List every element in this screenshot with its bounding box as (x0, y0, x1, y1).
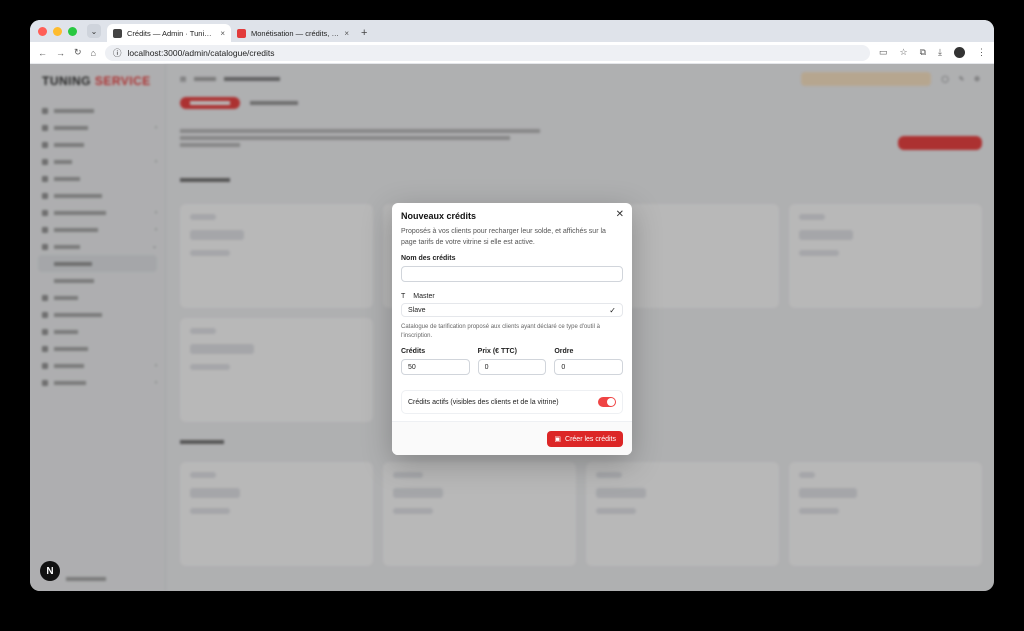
profile-avatar[interactable] (954, 47, 965, 58)
tab-title: Monétisation — crédits, abonnements (251, 28, 340, 38)
tab-title: Crédits — Admin · Tuning Service (127, 28, 215, 38)
modal-header: Nouveaux crédits Proposés à vos clients … (392, 203, 632, 248)
browser-actions: ▭ ☆ ⧉ ⤓ ⋮ (879, 47, 986, 58)
cast-icon[interactable]: ▭ (879, 47, 888, 58)
save-icon: ▣ (554, 436, 562, 443)
site-info-icon[interactable]: ⓘ (113, 47, 122, 59)
tool-type-help: Catalogue de tarification proposé aux cl… (401, 324, 600, 339)
option-master[interactable]: Master (407, 289, 623, 303)
url-text: localhost:3000/admin/catalogue/credits (127, 47, 275, 58)
back-icon[interactable]: ← (38, 48, 47, 58)
reload-icon[interactable]: ↻ (74, 47, 82, 58)
name-label: Nom des crédits (401, 255, 456, 262)
maximize-window-button[interactable] (68, 26, 77, 36)
tab-bar: ⌄ Crédits — Admin · Tuning Service × Mon… (30, 20, 994, 42)
menu-icon[interactable]: ⋮ (977, 47, 986, 58)
modal-footer: ▣ Créer les crédits (392, 421, 632, 455)
option-slave[interactable]: Slave ✓ (401, 303, 623, 317)
order-input[interactable] (554, 359, 623, 375)
home-icon[interactable]: ⌂ (91, 48, 96, 58)
price-field-group: Prix (€ TTC) (477, 348, 547, 375)
url-field[interactable]: ⓘ localhost:3000/admin/catalogue/credits (104, 44, 870, 61)
forward-icon[interactable]: → (56, 48, 65, 58)
tab-list-chevron-icon[interactable]: ⌄ (87, 24, 101, 38)
new-credits-dialog: Nouveaux crédits Proposés à vos clients … (392, 203, 632, 455)
tab-credits[interactable]: Crédits — Admin · Tuning Service × (107, 24, 231, 42)
tool-type-option-row: T Master (401, 289, 623, 303)
download-icon[interactable]: ⤓ (938, 47, 942, 58)
check-icon: ✓ (609, 305, 616, 315)
credits-field-group: Crédits (401, 348, 470, 375)
price-input[interactable] (477, 359, 547, 375)
credits-name-input[interactable] (401, 266, 623, 282)
order-field-group: Ordre (554, 348, 623, 375)
create-credits-label: Créer les crédits (565, 435, 616, 443)
modal-description: Proposés à vos clients pour recharger le… (401, 228, 606, 246)
new-tab-icon[interactable]: + (361, 27, 367, 39)
order-label: Ordre (554, 348, 574, 355)
tab-monetisation[interactable]: Monétisation — crédits, abonnements × (231, 24, 355, 42)
active-label: Crédits actifs (visibles des clients et … (408, 398, 559, 406)
extensions-icon[interactable]: ⧉ (920, 47, 926, 58)
close-icon[interactable]: × (344, 29, 349, 38)
nextjs-badge-icon[interactable]: N (40, 561, 60, 581)
tool-type-dropdown[interactable]: T Master Slave ✓ (401, 289, 623, 317)
credits-amount-input[interactable] (401, 359, 470, 375)
active-toggle-row: Crédits actifs (visibles des clients et … (401, 390, 623, 414)
close-icon[interactable]: ✕ (616, 209, 624, 220)
numbers-row: Crédits Prix (€ TTC) Ordre (401, 348, 623, 375)
close-window-button[interactable] (38, 26, 47, 36)
credits-label: Crédits (401, 348, 426, 355)
address-bar-row: ← → ↻ ⌂ ⓘ localhost:3000/admin/catalogue… (30, 42, 994, 64)
browser-window: ⌄ Crédits — Admin · Tuning Service × Mon… (30, 20, 994, 591)
minimize-window-button[interactable] (53, 26, 62, 36)
active-toggle[interactable] (598, 397, 616, 407)
create-credits-button[interactable]: ▣ Créer les crédits (547, 431, 623, 447)
window-controls (38, 20, 77, 42)
price-label: Prix (€ TTC) (477, 348, 517, 355)
bookmark-star-icon[interactable]: ☆ (900, 47, 908, 58)
name-field-group: Nom des crédits (401, 255, 623, 282)
tool-type-label: T (401, 292, 406, 300)
favicon-icon (237, 28, 246, 38)
favicon-icon (113, 28, 122, 38)
modal-title: Nouveaux crédits (401, 211, 477, 221)
close-icon[interactable]: × (220, 29, 225, 38)
option-slave-label: Slave (408, 306, 426, 314)
